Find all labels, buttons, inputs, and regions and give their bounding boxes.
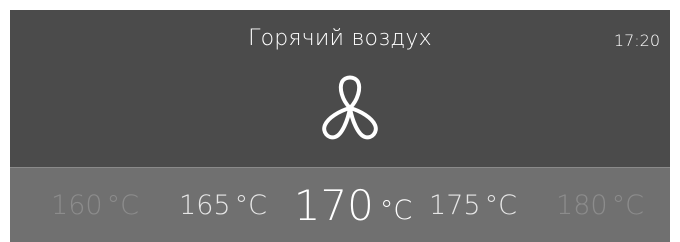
temp-option-175[interactable]: 175 °C: [418, 168, 528, 242]
fan-icon: [322, 75, 378, 140]
mode-title: Горячий воздух: [248, 26, 432, 51]
temp-option-180[interactable]: 180 °C: [545, 168, 655, 242]
temp-unit: °C: [106, 189, 139, 221]
temperature-selector[interactable]: 160 °C 165 °C 170 °C 175 °C 180 °C: [10, 168, 670, 242]
temp-unit: °C: [484, 189, 517, 221]
oven-display: Горячий воздух 17:20 160 °C 165 °C 170 °…: [10, 10, 670, 242]
temp-unit: °C: [234, 189, 267, 221]
temp-unit: °C: [611, 189, 644, 221]
temp-option-170-selected[interactable]: 170 °C: [286, 168, 420, 242]
clock: 17:20: [613, 31, 660, 50]
temp-unit: °C: [379, 194, 413, 226]
mode-header: Горячий воздух 17:20: [10, 10, 670, 167]
temp-option-160[interactable]: 160 °C: [40, 168, 150, 242]
temp-value: 180: [556, 189, 608, 221]
temp-value: 175: [429, 189, 481, 221]
temp-value: 160: [51, 189, 103, 221]
temp-value: 170: [293, 180, 374, 230]
temp-value: 165: [179, 189, 231, 221]
temp-option-165[interactable]: 165 °C: [168, 168, 278, 242]
